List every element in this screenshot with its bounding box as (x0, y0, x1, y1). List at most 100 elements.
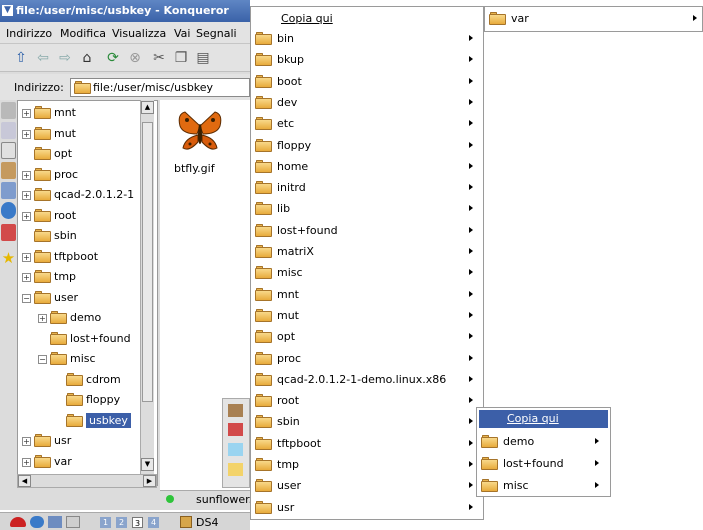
up-icon[interactable]: ⇧ (12, 49, 30, 67)
tree-item-lost-found[interactable]: lost+found (18, 329, 157, 349)
menu-item-mnt[interactable]: mnt (251, 284, 483, 306)
pager-desktop-4[interactable]: 4 (148, 517, 159, 528)
tree-item-usbkey[interactable]: usbkey (18, 411, 157, 431)
cut-icon[interactable]: ✂ (150, 49, 168, 67)
tree-item-demo[interactable]: + demo (18, 308, 157, 328)
menu-item-floppy[interactable]: floppy (251, 135, 483, 157)
menu-item-copy-here[interactable]: Copia qui (251, 8, 483, 30)
scroll-left-button[interactable]: ◀ (18, 475, 31, 487)
bookmarks-icon[interactable] (1, 122, 16, 139)
menu-item-root[interactable]: root (251, 390, 483, 412)
star-icon[interactable]: ★ (1, 250, 16, 267)
tree-item-mut[interactable]: + mut (18, 124, 157, 144)
pager-desktop-1[interactable]: 1 (100, 517, 111, 528)
tree-item-floppy[interactable]: floppy (18, 390, 157, 410)
root-folder-icon[interactable] (1, 224, 16, 241)
menu-item-tftpboot[interactable]: tftpboot (251, 433, 483, 455)
tree-item-var[interactable]: + var (18, 452, 157, 472)
menu-item-matrix[interactable]: matriX (251, 241, 483, 263)
menu-item-opt[interactable]: opt (251, 326, 483, 348)
expand-toggle-icon[interactable]: − (38, 355, 47, 364)
terminal-icon[interactable] (48, 516, 62, 528)
tree-horizontal-scrollbar[interactable]: ◀ ▶ (17, 474, 157, 488)
menu-item-lib[interactable]: lib (251, 198, 483, 220)
expand-toggle-icon[interactable]: + (22, 252, 31, 262)
expand-toggle-icon[interactable]: + (22, 211, 31, 221)
globe-icon[interactable] (1, 202, 16, 219)
tree-item-proc[interactable]: + proc (18, 165, 157, 185)
expand-toggle-icon[interactable]: − (22, 293, 31, 303)
forward-icon[interactable]: ⇨ (56, 49, 74, 67)
menu-item-tmp[interactable]: tmp (251, 454, 483, 476)
menu-item-demo[interactable]: demo (477, 431, 610, 453)
menu-item-proc[interactable]: proc (251, 348, 483, 370)
menu-item-var[interactable]: var (485, 8, 702, 30)
tree-item-usr[interactable]: + usr (18, 431, 157, 451)
menu-item-misc[interactable]: misc (251, 262, 483, 284)
menu-modifica[interactable]: Modifica (60, 27, 106, 40)
menu-item-dev[interactable]: dev (251, 92, 483, 114)
back-icon[interactable]: ⇦ (34, 49, 52, 67)
home-icon[interactable]: ⌂ (78, 49, 96, 67)
tree-item-root[interactable]: + root (18, 206, 157, 226)
tree-item-sbin[interactable]: sbin (18, 226, 157, 246)
menu-item-home[interactable]: home (251, 156, 483, 178)
menu-item-boot[interactable]: boot (251, 71, 483, 93)
menu-item-lost-found[interactable]: lost+found (477, 453, 610, 475)
file-thumb-icon[interactable] (228, 404, 243, 417)
history-icon[interactable] (1, 142, 16, 159)
expand-toggle-icon[interactable]: + (22, 129, 31, 139)
menu-vai[interactable]: Vai (174, 27, 190, 40)
scroll-up-button[interactable]: ▲ (141, 101, 154, 114)
menu-item-usr[interactable]: usr (251, 497, 483, 519)
tree-item-tmp[interactable]: + tmp (18, 267, 157, 287)
kde-menu-icon[interactable] (10, 517, 26, 527)
menu-indirizzo[interactable]: Indirizzo (6, 27, 52, 40)
menu-item-mut[interactable]: mut (251, 305, 483, 327)
menu-item-copy-here[interactable]: Copia qui (479, 410, 608, 428)
expand-toggle-icon[interactable]: + (22, 273, 31, 282)
title-bar[interactable]: ▼ file:/user/misc/usbkey - Konqueror (0, 0, 250, 22)
expand-toggle-icon[interactable]: + (22, 109, 31, 118)
menu-item-user[interactable]: user (251, 475, 483, 497)
menu-item-initrd[interactable]: initrd (251, 177, 483, 199)
tree-item-qcad[interactable]: + qcad-2.0.1.2-1 (18, 185, 157, 205)
expand-toggle-icon[interactable]: + (22, 437, 31, 446)
tree-item-misc[interactable]: − misc (18, 349, 157, 369)
menu-item-bkup[interactable]: bkup (251, 49, 483, 71)
expand-toggle-icon[interactable]: + (22, 457, 31, 467)
menu-item-bin[interactable]: bin (251, 28, 483, 50)
window-menu-icon[interactable]: ▼ (2, 5, 13, 16)
menu-segnalibri[interactable]: Segnali (196, 27, 237, 40)
expand-toggle-icon[interactable]: + (38, 314, 47, 323)
paste-icon[interactable]: ▤ (194, 49, 212, 67)
tree-item-tftpboot[interactable]: + tftpboot (18, 247, 157, 267)
expand-toggle-icon[interactable]: + (22, 191, 31, 200)
file-thumb-icon[interactable] (228, 443, 243, 456)
menu-item-misc[interactable]: misc (477, 475, 610, 496)
tree-item-opt[interactable]: opt (18, 144, 157, 164)
menu-item-sbin[interactable]: sbin (251, 411, 483, 433)
tree-item-cdrom[interactable]: cdrom (18, 370, 157, 390)
editor-icon[interactable] (66, 516, 80, 528)
tree-item-user[interactable]: − user (18, 288, 157, 308)
menu-visualizza[interactable]: Visualizza (112, 27, 166, 40)
location-input[interactable]: file:/user/misc/usbkey (70, 78, 250, 97)
scroll-down-button[interactable]: ▼ (141, 458, 154, 471)
browser-icon[interactable] (30, 516, 44, 528)
tree-vertical-scrollbar[interactable]: ▲ ▼ (140, 100, 154, 486)
reload-icon[interactable]: ⟳ (104, 49, 122, 67)
file-name[interactable]: btfly.gif (174, 162, 215, 175)
file-thumb-icon[interactable] (228, 463, 243, 476)
stop-icon[interactable]: ⊗ (126, 49, 144, 67)
tree-item-mnt[interactable]: + mnt (18, 103, 157, 123)
tools-icon[interactable] (1, 102, 16, 119)
home-folder-icon[interactable] (1, 162, 16, 179)
task-button[interactable]: DS4 (196, 516, 218, 529)
scroll-thumb[interactable] (142, 122, 153, 402)
butterfly-file-icon[interactable] (175, 108, 225, 158)
copy-icon[interactable]: ❐ (172, 49, 190, 67)
pager-desktop-2[interactable]: 2 (116, 517, 127, 528)
scroll-right-button[interactable]: ▶ (143, 475, 156, 487)
file-thumb-icon[interactable] (228, 423, 243, 436)
